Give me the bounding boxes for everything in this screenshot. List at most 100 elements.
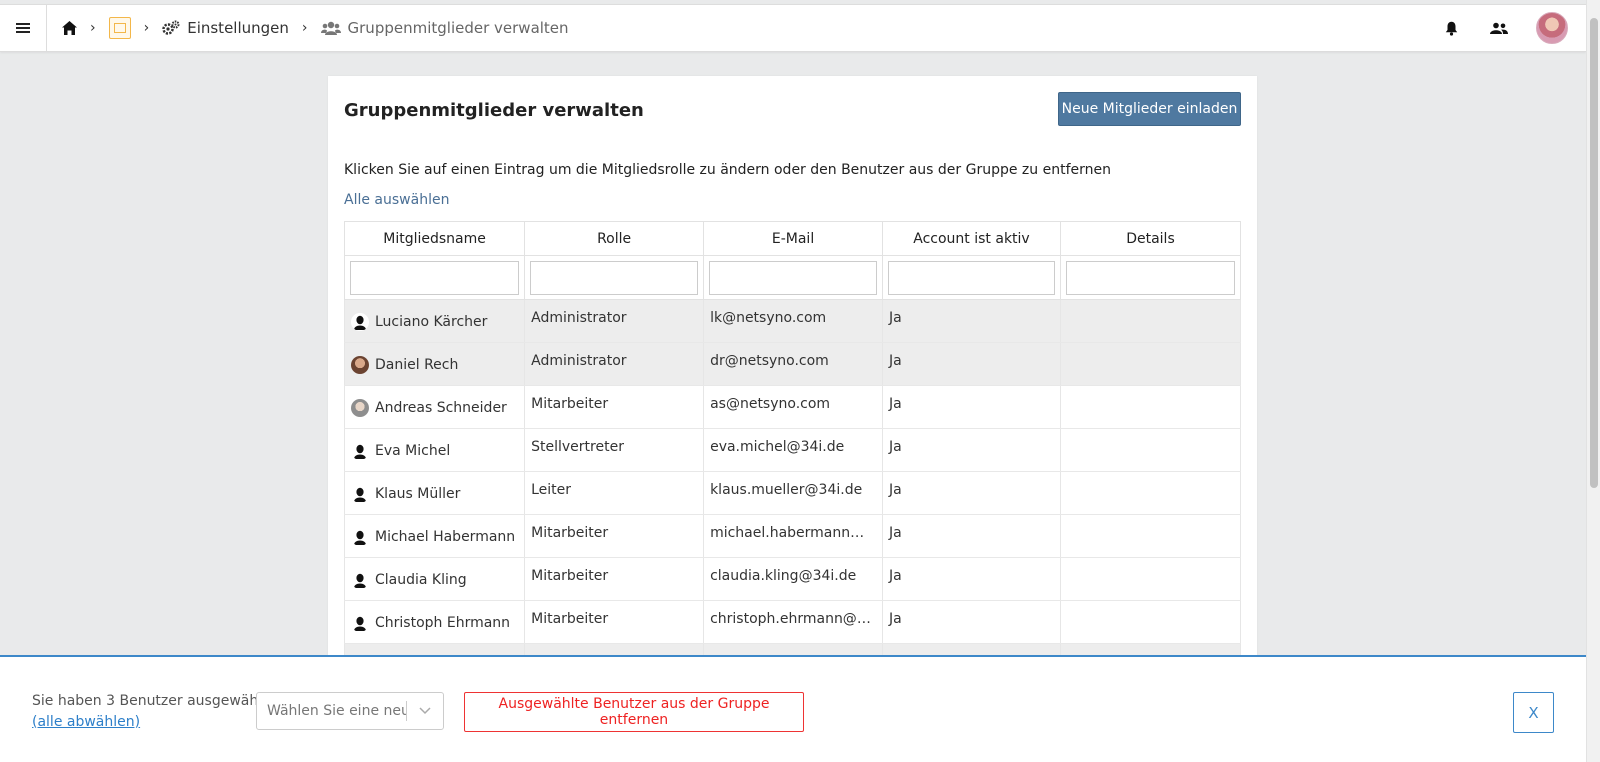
- table-row[interactable]: Luciano Kärcher Administrator lk@netsyno.c…: [343, 299, 1242, 343]
- member-name: Christoph Ehrmann: [375, 615, 511, 631]
- cell-details: [1059, 385, 1242, 429]
- user-avatar[interactable]: [1536, 12, 1568, 44]
- cell-email: michael.habermann@34...: [703, 514, 884, 558]
- table-row[interactable]: Claudia Kling Mitarbeiter claudia.kling@34…: [343, 557, 1242, 601]
- page-title: Gruppenmitglieder verwalten: [344, 100, 644, 121]
- filter-row: [343, 255, 1242, 300]
- filter-active-input[interactable]: [888, 260, 1055, 295]
- cell-role: Leiter: [524, 471, 705, 515]
- cell-active: Ja: [882, 299, 1061, 343]
- cell-role: Administrator: [524, 299, 705, 343]
- cell-email: eva.michel@34i.de: [703, 428, 884, 472]
- deselect-all-link[interactable]: (alle abwählen): [32, 714, 140, 730]
- chevron-down-icon: [407, 707, 443, 715]
- cell-email: dr@netsyno.com: [703, 342, 884, 386]
- table-row[interactable]: Michael Habermann Mitarbeiter michael.habe…: [343, 514, 1242, 558]
- member-name: Daniel Rech: [375, 357, 459, 373]
- cell-details: [1059, 600, 1242, 644]
- breadcrumb-current-label: Gruppenmitglieder verwalten: [347, 19, 569, 37]
- close-selection-button[interactable]: X: [1513, 692, 1554, 733]
- cell-email: as@netsyno.com: [703, 385, 884, 429]
- remove-selected-button[interactable]: Ausgewählte Benutzer aus der Gruppe entf…: [464, 692, 804, 732]
- cell-name: Claudia Kling: [343, 557, 526, 601]
- cell-role: Mitarbeiter: [524, 557, 705, 601]
- selection-count-text: Sie haben 3 Benutzer ausgewählt.: [32, 693, 273, 709]
- member-name: Michael Habermann: [375, 529, 516, 545]
- cell-email: christoph.ehrmann@34i...: [703, 600, 884, 644]
- menu-button[interactable]: [0, 5, 47, 51]
- cell-active: Ja: [882, 471, 1061, 515]
- breadcrumb-logo[interactable]: [108, 17, 131, 39]
- top-bar: › › Einstellungen › Gruppenmitglieder ve…: [0, 4, 1586, 52]
- column-header-active[interactable]: Account ist aktiv: [882, 221, 1061, 256]
- filter-name-input[interactable]: [350, 260, 520, 295]
- member-name: Claudia Kling: [375, 572, 467, 588]
- member-name: Eva Michel: [375, 443, 451, 459]
- hamburger-icon: [16, 23, 30, 33]
- column-header-email[interactable]: E-Mail: [703, 221, 884, 256]
- cell-name: Luciano Kärcher: [343, 299, 526, 343]
- member-avatar: [351, 313, 369, 331]
- cell-details: [1059, 471, 1242, 515]
- cell-name: Eva Michel: [343, 428, 526, 472]
- member-avatar: [351, 399, 369, 417]
- member-name: Klaus Müller: [375, 486, 461, 502]
- cell-active: Ja: [882, 557, 1061, 601]
- breadcrumb-settings-label: Einstellungen: [187, 19, 289, 37]
- notifications-button[interactable]: [1440, 17, 1462, 39]
- table-row[interactable]: Klaus Müller Leiter klaus.mueller@34i.de Ja: [343, 471, 1242, 515]
- cell-role: Stellvertreter: [524, 428, 705, 472]
- cell-details: [1059, 299, 1242, 343]
- cell-name: Andreas Schneider: [343, 385, 526, 429]
- cell-details: [1059, 514, 1242, 558]
- cell-email: klaus.mueller@34i.de: [703, 471, 884, 515]
- cell-role: Administrator: [524, 342, 705, 386]
- cell-email: claudia.kling@34i.de: [703, 557, 884, 601]
- member-avatar: [351, 485, 369, 503]
- breadcrumb-settings[interactable]: Einstellungen: [162, 19, 289, 37]
- company-logo-icon: [108, 17, 131, 39]
- column-header-details[interactable]: Details: [1059, 221, 1242, 256]
- bell-icon: [1445, 21, 1457, 36]
- cell-active: Ja: [882, 342, 1061, 386]
- scrollbar-thumb[interactable]: [1590, 18, 1598, 488]
- table-row[interactable]: Eva Michel Stellvertreter eva.michel@34i.d…: [343, 428, 1242, 472]
- breadcrumb-home[interactable]: [62, 21, 77, 35]
- member-avatar: [351, 442, 369, 460]
- member-avatar: [351, 614, 369, 632]
- table-row[interactable]: Andreas Schneider Mitarbeiter as@netsyno.c…: [343, 385, 1242, 429]
- filter-email-input[interactable]: [709, 260, 878, 295]
- member-name: Luciano Kärcher: [375, 314, 488, 330]
- members-card: Gruppenmitglieder verwalten Neue Mitglie…: [328, 76, 1257, 656]
- filter-details-input[interactable]: [1065, 260, 1235, 295]
- filter-role-input[interactable]: [530, 260, 699, 295]
- select-all-link[interactable]: Alle auswählen: [344, 192, 449, 208]
- role-select-placeholder: Wählen Sie eine neue: [267, 703, 406, 719]
- chevron-right-icon: ›: [143, 20, 150, 36]
- breadcrumb-current: Gruppenmitglieder verwalten: [320, 19, 569, 37]
- cell-details: [1059, 428, 1242, 472]
- cell-role: Mitarbeiter: [524, 600, 705, 644]
- cell-active: Ja: [882, 600, 1061, 644]
- table-header-row: Mitgliedsname Rolle E-Mail Account ist a…: [343, 221, 1242, 256]
- table-row[interactable]: Christoph Ehrmann Mitarbeiter christoph.eh…: [343, 600, 1242, 644]
- column-header-name[interactable]: Mitgliedsname: [343, 221, 526, 256]
- cell-details: [1059, 557, 1242, 601]
- cell-details: [1059, 342, 1242, 386]
- cell-role: Mitarbeiter: [524, 385, 705, 429]
- cell-name: Michael Habermann: [343, 514, 526, 558]
- cell-active: Ja: [882, 385, 1061, 429]
- home-icon: [62, 21, 77, 35]
- people-button[interactable]: [1488, 17, 1510, 39]
- member-avatar: [351, 528, 369, 546]
- chevron-right-icon: ›: [301, 20, 308, 36]
- vertical-scrollbar[interactable]: [1586, 0, 1600, 762]
- gears-icon: [162, 20, 180, 35]
- table-row-partial[interactable]: [343, 643, 1242, 656]
- cell-name: Daniel Rech: [343, 342, 526, 386]
- invite-members-button[interactable]: Neue Mitglieder einladen: [1058, 92, 1241, 126]
- table-row[interactable]: Daniel Rech Administrator dr@netsyno.com Ja: [343, 342, 1242, 386]
- column-header-role[interactable]: Rolle: [524, 221, 705, 256]
- new-role-select[interactable]: Wählen Sie eine neue: [256, 692, 444, 730]
- users-icon: [320, 21, 341, 35]
